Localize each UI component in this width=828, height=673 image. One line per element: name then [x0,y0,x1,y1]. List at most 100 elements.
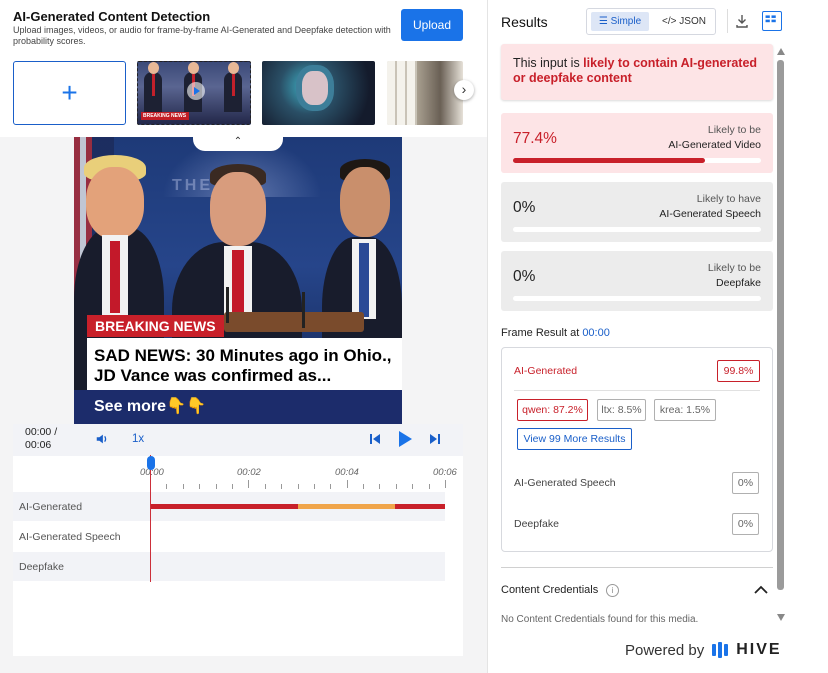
ruler-tick [281,484,283,489]
powered-by: Powered by HIVE [625,641,782,659]
verdict-prefix: This input is [513,56,584,70]
scroll-up-arrow[interactable] [777,48,785,55]
tie [359,243,369,317]
ruler-tick [313,484,315,489]
frame-speech-label: AI-Generated Speech [514,477,616,489]
mode-simple-label: Simple [610,16,642,27]
results-title: Results [501,14,548,30]
scroll-down-arrow[interactable] [777,614,785,621]
chevron-right-icon[interactable]: › [454,80,474,100]
scroll-thumb[interactable] [777,60,784,590]
ruler-tick [215,484,217,489]
media-thumbnail-selected[interactable]: BREAKING NEWS [137,61,251,125]
timeline-ruler[interactable]: 00:00 00:02 00:04 00:06 [13,456,463,494]
frame-ai-label: AI-Generated [514,365,578,377]
model-score: krea: 1.5% [654,399,716,421]
probability-bar [513,296,761,301]
frame-result-title: Frame Result at 00:00 [501,327,610,339]
ruler-tick [346,480,348,488]
play-icon[interactable] [397,430,413,448]
track-label: AI-Generated [19,501,83,513]
tick-label: 00:02 [237,467,261,478]
breaking-news-label: BREAKING NEWS [87,315,224,337]
ruler-tick [379,484,381,489]
model-score: ltx: 8.5% [597,399,646,421]
toolbar-divider [727,9,728,33]
layout-glyph [765,15,776,23]
ruler-tick [445,480,446,488]
card-label: Likely to be Deepfake [708,261,761,291]
frame-deepfake-label: Deepfake [514,518,559,530]
verdict-alert: This input is likely to contain AI-gener… [501,44,773,100]
mode-json-button[interactable]: </> JSON [655,12,713,31]
view-more-results-button[interactable]: View 99 More Results [517,428,632,450]
list-icon: ☰ [598,16,611,27]
thumb-portrait [302,71,328,105]
page-title: AI-Generated Content Detection [13,9,211,24]
video-preview[interactable]: THE WH BREAKING NEWS SAD NEWS: 30 Minute… [74,137,402,424]
frame-result-time[interactable]: 00:00 [582,327,610,339]
upload-button[interactable]: Upload [401,9,463,41]
mode-simple-button[interactable]: ☰ Simple [591,12,649,31]
playhead-handle[interactable] [147,456,155,470]
track-row-ai-generated: AI-Generated [13,492,445,521]
ruler-tick [199,484,201,489]
track-segment[interactable] [298,504,396,509]
probability-bar-fill [513,158,705,163]
probability-bar [513,227,761,232]
collapse-preview-toggle[interactable]: ⌃ [193,137,283,151]
frame-ai-score: 99.8% [717,360,760,382]
ruler-tick [412,484,414,489]
probability-bar [513,158,761,163]
head [210,172,266,246]
info-icon[interactable]: i [606,584,619,597]
download-icon[interactable] [734,13,750,29]
model-score: qwen: 87.2% [517,399,588,421]
chevron-up-icon[interactable] [753,583,769,597]
hive-logo-icon [712,642,729,658]
track-row-ai-speech: AI-Generated Speech [13,522,445,551]
add-media-button[interactable]: + [13,61,126,125]
ruler-tick [264,484,266,489]
content-credentials-title: Content Credentials [501,584,599,596]
volume-icon[interactable] [95,432,109,446]
microphone [226,287,229,323]
page-description: Upload images, videos, or audio for fram… [13,25,391,46]
divider [501,567,773,568]
scrollbar[interactable] [777,48,785,624]
card-label-line1: Likely to have [696,193,761,205]
track-segment[interactable] [151,504,298,509]
track-label: AI-Generated Speech [19,531,121,543]
plus-icon: + [61,77,78,108]
powered-by-label: Powered by [625,641,705,659]
head [340,167,390,237]
breaking-news-ticker: See more👇👇 [74,390,402,424]
ruler-tick [363,484,365,489]
ruler-tick [395,484,397,489]
podium [224,312,364,332]
score-card: 0% Likely to have AI-Generated Speech [501,182,773,242]
skip-back-icon[interactable] [369,431,381,447]
divider [514,390,760,391]
thumb-interior [387,61,417,125]
card-percentage: 0% [513,268,536,285]
brand-name: HIVE [736,641,782,658]
card-label: Likely to have AI-Generated Speech [659,192,761,222]
media-thumbnail[interactable] [262,61,375,125]
time-readout: 00:00 / 00:06 [25,426,65,452]
breaking-news-headline: SAD NEWS: 30 Minutes ago in Ohio., JD Va… [87,338,402,390]
skip-forward-icon[interactable] [429,431,441,447]
ruler-tick [166,484,168,489]
track-segment[interactable] [395,504,445,509]
tick-label: 00:06 [433,467,457,478]
playback-controls: 00:00 / 00:06 1x [13,424,463,456]
layout-icon[interactable] [762,11,782,31]
tie [232,250,244,316]
ruler-tick [182,484,184,489]
card-label-line1: Likely to be [707,262,761,274]
card-percentage: 77.4% [513,130,557,147]
media-thumbnail[interactable] [387,61,463,125]
playback-speed-button[interactable]: 1x [132,433,144,445]
microphone [302,292,305,328]
track-background [13,552,445,581]
